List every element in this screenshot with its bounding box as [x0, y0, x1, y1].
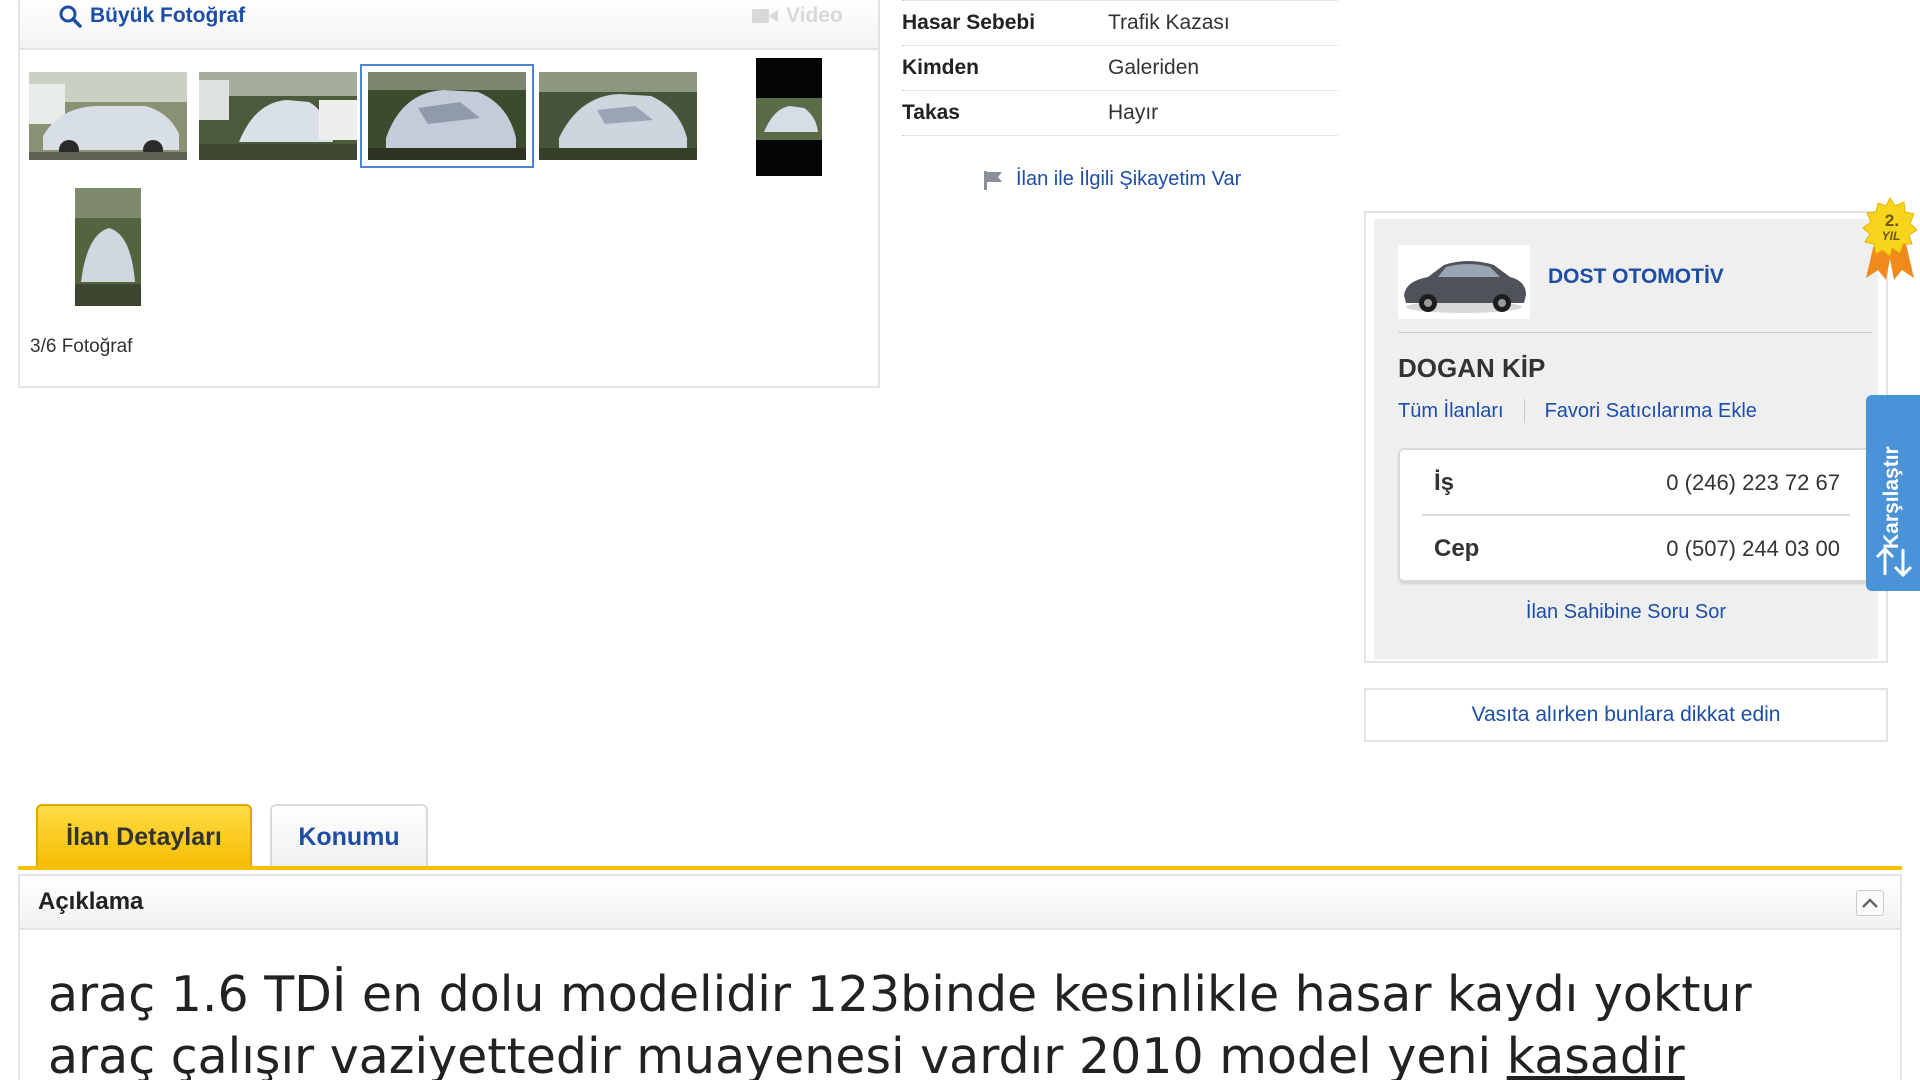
flag-icon: [984, 170, 1002, 190]
info-row-from: Kimden Galeriden: [902, 46, 1338, 91]
phone-box: İş 0 (246) 223 72 67 Cep 0 (507) 244 03 …: [1398, 448, 1872, 582]
swap-arrows-icon: [1875, 546, 1913, 578]
big-photo-link[interactable]: Büyük Fotoğraf: [58, 4, 245, 28]
seller-panel: DOST OTOMOTİV DOGAN KİP Tüm İlanları Fav…: [1374, 219, 1878, 659]
phone-label: Cep: [1434, 535, 1480, 562]
chevron-up-icon: [1862, 898, 1878, 908]
thumbnail-4[interactable]: [539, 72, 697, 160]
listing-info-table: Hasar Sebebi Trafik Kazası Kimden Galeri…: [902, 0, 1338, 136]
video-link: Video: [752, 4, 843, 28]
thumbnail-2[interactable]: [199, 72, 357, 160]
complaint-link[interactable]: İlan ile İlgili Şikayetim Var: [982, 168, 1241, 191]
seller-person-name: DOGAN KİP: [1398, 353, 1546, 383]
tab-location[interactable]: Konumu: [270, 804, 428, 868]
info-label: Hasar Sebebi: [902, 11, 1036, 34]
phone-row-mobile: Cep 0 (507) 244 03 00: [1400, 516, 1870, 582]
add-favorite-seller-link[interactable]: Favori Satıcılarıma Ekle: [1545, 400, 1757, 423]
phone-row-work: İş 0 (246) 223 72 67: [1400, 450, 1870, 516]
gallery-header: Büyük Fotoğraf Video: [20, 0, 878, 50]
tab-underline: [18, 866, 1902, 870]
info-value: Galeriden: [1108, 56, 1200, 79]
store-logo[interactable]: [1398, 245, 1530, 319]
info-label: Kimden: [902, 56, 980, 79]
complaint-label: İlan ile İlgili Şikayetim Var: [1016, 168, 1242, 190]
store-name[interactable]: DOST OTOMOTİV: [1548, 265, 1724, 289]
description-line-2-text: araç çalışır vaziyettedir muayenesi vard…: [48, 1028, 1507, 1080]
big-photo-label: Büyük Fotoğraf: [90, 4, 246, 27]
all-listings-link[interactable]: Tüm İlanları: [1398, 400, 1504, 423]
phone-number[interactable]: 0 (507) 244 03 00: [1666, 536, 1840, 562]
video-camera-icon: [752, 9, 778, 23]
collapse-button[interactable]: [1856, 890, 1884, 916]
vehicle-caution-link[interactable]: Vasıta alırken bunlara dikkat edin: [1364, 688, 1888, 742]
link-separator: [1523, 399, 1525, 423]
description-header: Açıklama: [20, 876, 1900, 930]
description-title: Açıklama: [38, 888, 144, 915]
compare-label: Karşılaştır: [1880, 446, 1903, 549]
seller-box: DOST OTOMOTİV DOGAN KİP Tüm İlanları Fav…: [1364, 211, 1888, 663]
info-value: Hayır: [1108, 101, 1159, 124]
info-value: Trafik Kazası: [1108, 11, 1230, 34]
listing-page: Büyük Fotoğraf Video 3/6 Fotoğraf Hasar …: [0, 0, 1920, 1080]
description-line-2: araç çalışır vaziyettedir muayenesi vard…: [48, 1026, 1888, 1080]
photo-gallery: Büyük Fotoğraf Video 3/6 Fotoğraf: [18, 0, 880, 388]
photo-count: 3/6 Fotoğraf: [30, 336, 133, 357]
compare-tab[interactable]: Karşılaştır: [1866, 395, 1920, 591]
thumbnail-1[interactable]: [29, 72, 187, 160]
video-label: Video: [786, 4, 843, 27]
search-icon: [59, 5, 82, 28]
info-row-trade: Takas Hayır: [902, 91, 1338, 136]
badge-unit: YIL: [1882, 229, 1901, 243]
thumbnail-3[interactable]: [360, 64, 534, 168]
info-row-damage-cause: Hasar Sebebi Trafik Kazası: [902, 0, 1338, 46]
info-label: Takas: [902, 101, 960, 124]
tab-listing-details[interactable]: İlan Detayları: [36, 804, 252, 868]
description-panel: Açıklama araç 1.6 TDİ en dolu modelidir …: [18, 874, 1902, 1080]
seller-links: Tüm İlanları Favori Satıcılarıma Ekle: [1398, 399, 1757, 423]
divider: [1398, 332, 1872, 333]
phone-number[interactable]: 0 (246) 223 72 67: [1666, 470, 1840, 496]
thumbnail-5[interactable]: [756, 58, 822, 176]
description-link[interactable]: kasadir: [1507, 1028, 1685, 1080]
description-line-1: araç 1.6 TDİ en dolu modelidir 123binde …: [48, 966, 1752, 1023]
ask-seller-link[interactable]: İlan Sahibine Soru Sor: [1374, 601, 1878, 624]
thumbnail-6[interactable]: [75, 188, 141, 306]
badge-number: 2.: [1885, 211, 1899, 230]
phone-label: İş: [1434, 469, 1455, 496]
membership-badge-icon: 2. YIL: [1862, 196, 1918, 280]
description-text: araç 1.6 TDİ en dolu modelidir 123binde …: [48, 964, 1888, 1080]
